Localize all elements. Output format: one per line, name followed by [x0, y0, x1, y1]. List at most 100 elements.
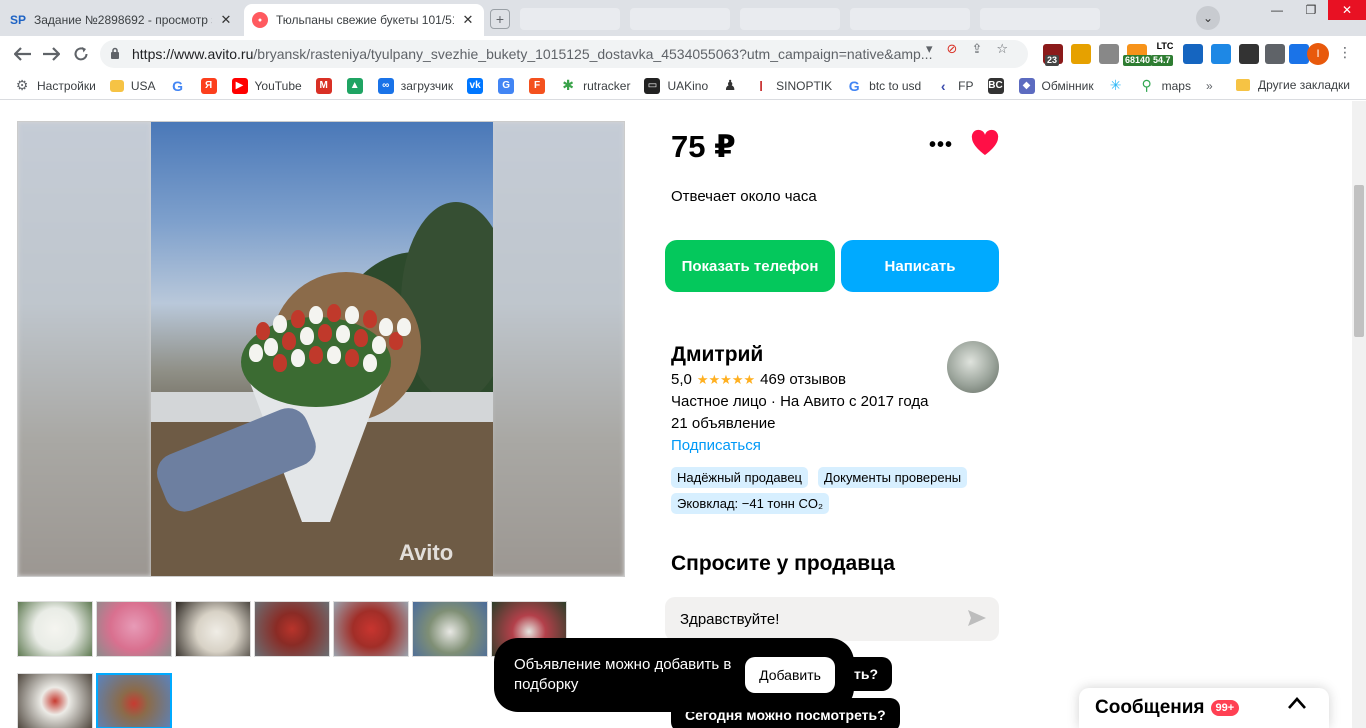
- bitcoin-icon[interactable]: 68140: [1123, 44, 1153, 66]
- bookmark-usa[interactable]: USA: [109, 79, 156, 93]
- seller-avatar[interactable]: [947, 341, 999, 393]
- messages-panel[interactable]: Сообщения 99+: [1079, 688, 1329, 728]
- main-photo[interactable]: Avito: [17, 121, 625, 577]
- tulip-icon: [318, 324, 332, 342]
- tab-close-icon[interactable]: ✕: [460, 12, 476, 28]
- tab-avito[interactable]: ● Тюльпаны свежие букеты 101/51 ✕: [244, 4, 484, 36]
- bookmark-обмінник[interactable]: ◆ Обмінник: [1018, 77, 1094, 94]
- bookmark-drive[interactable]: ▲: [346, 77, 370, 94]
- subscribe-link[interactable]: Подписаться: [671, 437, 761, 454]
- bookmark-chess[interactable]: ♟: [722, 77, 745, 94]
- bookmark-vk[interactable]: vk: [467, 77, 490, 94]
- bookmark-maps[interactable]: ⚲ maps: [1139, 77, 1190, 94]
- seller-listings[interactable]: 21 объявление: [671, 415, 776, 432]
- bolt-icon[interactable]: [1071, 44, 1091, 64]
- blocked-icon[interactable]: ⊘: [947, 41, 958, 57]
- toast-add-button[interactable]: Добавить: [745, 657, 835, 693]
- bookmark-настройки[interactable]: ⚙ Настройки: [14, 77, 96, 94]
- terminal-icon[interactable]: [1239, 44, 1259, 64]
- fp-icon: ‹: [940, 77, 946, 94]
- other-bookmarks[interactable]: Другие закладки: [1236, 78, 1350, 92]
- thermometer-icon: ǀ: [759, 77, 764, 94]
- tulip-icon: [291, 349, 305, 367]
- share-icon[interactable]: ⇪: [971, 41, 982, 57]
- maximize-button[interactable]: ❐: [1294, 0, 1328, 20]
- new-tab-button[interactable]: +: [490, 9, 510, 29]
- dropdown-icon[interactable]: ▾: [926, 41, 933, 57]
- send-icon[interactable]: [967, 609, 987, 631]
- bookmark-f[interactable]: F: [529, 77, 552, 94]
- download-box-icon[interactable]: [1211, 44, 1231, 64]
- tulip-icon: [256, 322, 270, 340]
- bookmark-label: FP: [958, 78, 974, 93]
- gear-icon: ⚙: [15, 77, 29, 93]
- add-to-collection-toast: Объявление можно добавить в подборку Доб…: [494, 638, 854, 712]
- badge-reliable-seller[interactable]: Надёжный продавец: [671, 467, 808, 488]
- bookmark-sinoptik[interactable]: ǀ SINOPTIK: [753, 78, 832, 94]
- bookmark-fp[interactable]: ‹ FP: [935, 77, 974, 94]
- page-scrollbar[interactable]: [1352, 101, 1366, 728]
- browser-menu-icon[interactable]: ⋮: [1338, 44, 1352, 61]
- google-icon: G: [848, 77, 860, 94]
- background-tab[interactable]: [630, 8, 730, 30]
- tab-close-icon[interactable]: ✕: [218, 12, 234, 28]
- background-tab[interactable]: [740, 8, 840, 30]
- minimize-button[interactable]: —: [1260, 0, 1294, 20]
- photo-thumbnail[interactable]: [17, 601, 93, 657]
- bookmark-asterisk[interactable]: ✳: [1108, 77, 1131, 94]
- photo-thumbnail[interactable]: [17, 673, 93, 728]
- bookmark-btc-to-usd[interactable]: Gbtc to usd: [846, 78, 921, 94]
- bookmark-star-icon[interactable]: ☆: [996, 41, 1008, 57]
- response-time: Отвечает около часа: [671, 188, 817, 205]
- shield-icon[interactable]: 23: [1043, 44, 1063, 66]
- photo-thumbnail[interactable]: [96, 673, 172, 728]
- close-window-button[interactable]: ✕: [1328, 0, 1366, 20]
- back-icon[interactable]: [12, 43, 34, 65]
- background-tab[interactable]: [980, 8, 1100, 30]
- seller-name[interactable]: Дмитрий: [671, 343, 763, 367]
- chevron-up-icon[interactable]: [1287, 696, 1307, 715]
- bookmark-загрузчик[interactable]: ∞ загрузчик: [377, 77, 453, 94]
- folder-icon: [1236, 79, 1250, 91]
- bookmarks-overflow-icon[interactable]: »: [1206, 79, 1213, 93]
- badge-eco-contribution[interactable]: Эковклад: −41 тонн CO₂: [671, 493, 829, 514]
- puzzle-icon[interactable]: [1265, 44, 1285, 64]
- background-tab[interactable]: [520, 8, 620, 30]
- background-tab[interactable]: [850, 8, 970, 30]
- address-bar[interactable]: https://www.avito.ru/bryansk/rasteniya/t…: [100, 40, 1028, 68]
- message-input[interactable]: Здравствуйте!: [665, 597, 999, 641]
- bookmark-gmail[interactable]: M: [315, 77, 339, 94]
- bookmark-bc[interactable]: BC: [987, 77, 1011, 94]
- photo-thumbnail[interactable]: [175, 601, 251, 657]
- photo-thumbnail[interactable]: [254, 601, 330, 657]
- url-text[interactable]: https://www.avito.ru/bryansk/rasteniya/t…: [132, 46, 1028, 62]
- bookmark-yandex[interactable]: Я: [200, 77, 224, 94]
- bookmark-google[interactable]: G: [170, 78, 193, 94]
- photo-thumbnail[interactable]: [333, 601, 409, 657]
- forward-icon[interactable]: [40, 43, 62, 65]
- bookmark-uakino[interactable]: ▭ UAKino: [644, 77, 708, 94]
- badge-documents-verified[interactable]: Документы проверены: [818, 467, 968, 488]
- briefcase-icon[interactable]: [1099, 44, 1119, 64]
- rating-value: 5,0: [671, 371, 692, 388]
- favorite-heart-icon[interactable]: [970, 129, 1000, 162]
- show-phone-button[interactable]: Показать телефон: [665, 240, 835, 292]
- reload-icon[interactable]: [70, 43, 92, 65]
- seller-rating[interactable]: 5,0 ★★★★★ 469 отзывов: [671, 371, 846, 388]
- profile-avatar[interactable]: I: [1307, 43, 1329, 65]
- v-icon[interactable]: [1183, 44, 1203, 64]
- avito-watermark: Avito: [399, 540, 454, 565]
- photo-thumbnail[interactable]: [96, 601, 172, 657]
- bookmark-rutracker[interactable]: ✱ rutracker: [560, 77, 630, 94]
- ltc-icon[interactable]: LTC 54.7: [1151, 41, 1175, 66]
- tab-search-chevron-icon[interactable]: ⌄: [1196, 6, 1220, 30]
- more-options-icon[interactable]: •••: [929, 134, 953, 157]
- write-message-button[interactable]: Написать: [841, 240, 999, 292]
- tulip-icon: [336, 325, 350, 343]
- photo-thumbnail[interactable]: [412, 601, 488, 657]
- download-icon[interactable]: [1289, 44, 1309, 64]
- scrollbar-thumb[interactable]: [1354, 185, 1364, 337]
- bookmark-translate[interactable]: G: [498, 77, 521, 94]
- bookmark-youtube[interactable]: ▶ YouTube: [231, 77, 302, 94]
- tab-task[interactable]: SP Задание №2898692 - просмотр з ✕: [2, 4, 242, 36]
